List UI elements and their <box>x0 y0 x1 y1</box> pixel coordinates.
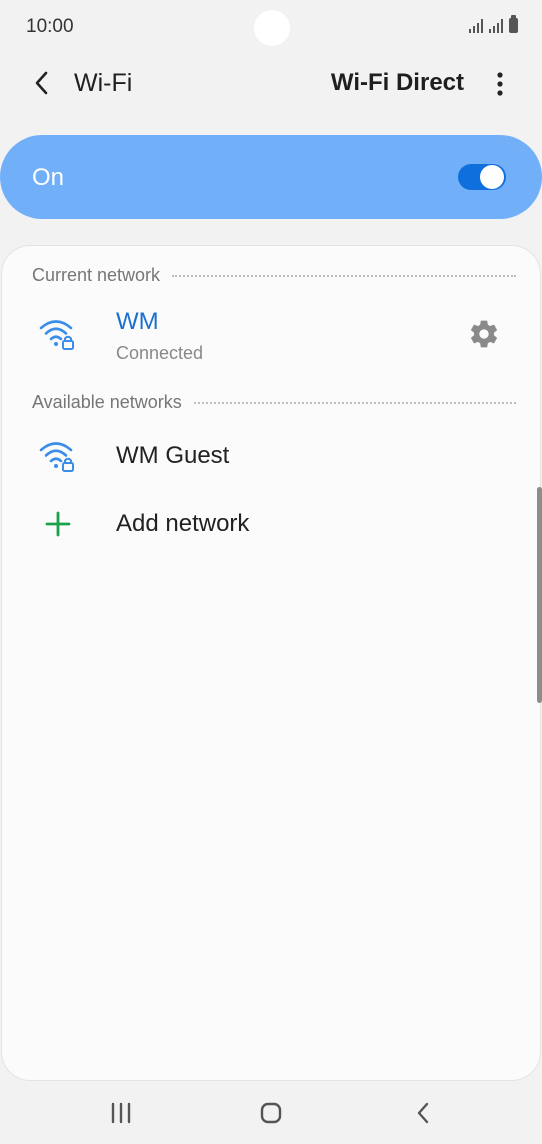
battery-icon <box>509 15 518 33</box>
current-network-label: Current network <box>32 265 161 285</box>
network-name: WM Guest <box>116 442 230 469</box>
status-time: 10:00 <box>26 16 74 37</box>
switch-knob <box>480 165 504 189</box>
available-networks-header: Available networks <box>32 392 516 413</box>
home-icon[interactable] <box>256 1100 286 1126</box>
more-options-icon[interactable] <box>488 70 512 98</box>
wifi-toggle-banner[interactable]: On <box>0 135 542 219</box>
recents-icon[interactable] <box>106 1100 136 1126</box>
page-title: Wi-Fi <box>74 69 133 97</box>
status-bar: 10:00 <box>0 0 542 56</box>
available-network-row[interactable]: WM Guest <box>2 430 540 484</box>
front-camera <box>254 10 290 46</box>
divider <box>193 401 516 404</box>
wifi-toggle-label: On <box>32 164 65 191</box>
signal-icon-2 <box>489 17 503 33</box>
status-icons <box>469 15 518 33</box>
divider <box>172 274 516 277</box>
add-network-label: Add network <box>116 510 250 537</box>
wifi-lock-icon <box>39 320 74 350</box>
navigation-bar <box>0 1082 542 1144</box>
current-network-header: Current network <box>32 265 516 286</box>
signal-icon <box>469 17 483 33</box>
connection-status: Connected <box>116 343 204 363</box>
plus-icon <box>45 511 71 537</box>
back-icon[interactable] <box>408 1100 438 1126</box>
current-network-row[interactable]: WM Connected <box>2 302 540 368</box>
available-networks-label: Available networks <box>32 392 182 412</box>
wifi-direct-button[interactable]: Wi-Fi Direct <box>331 69 464 97</box>
wifi-lock-icon <box>39 442 74 472</box>
add-network-row[interactable]: Add network <box>2 500 540 550</box>
wifi-switch[interactable] <box>458 164 506 190</box>
app-bar: Wi-Fi Wi-Fi Direct <box>0 56 542 112</box>
current-network-name: WM <box>116 308 159 335</box>
network-list-card: Current network WM Connected Available n… <box>2 246 540 1080</box>
scrollbar[interactable] <box>537 487 542 703</box>
back-arrow-icon[interactable] <box>28 68 58 98</box>
gear-icon[interactable] <box>468 318 500 350</box>
